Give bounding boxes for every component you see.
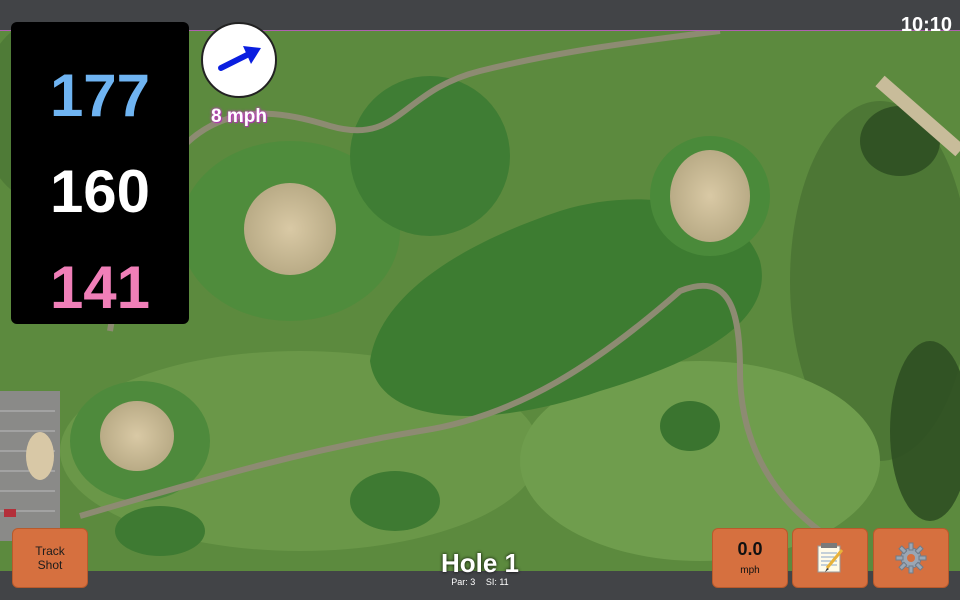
hole-par: Par: 3 xyxy=(451,577,476,587)
wind-arrow-icon xyxy=(218,46,261,71)
notes-button[interactable] xyxy=(792,528,868,588)
hole-stroke-index: SI: 11 xyxy=(485,577,509,587)
notepad-icon xyxy=(817,543,844,573)
distance-front: 141 xyxy=(49,254,151,321)
settings-button[interactable] xyxy=(873,528,949,588)
track-shot-button[interactable]: Track Shot xyxy=(12,528,88,588)
hole-title: Hole 1 xyxy=(440,548,520,578)
distance-middle: 160 xyxy=(49,158,151,225)
speed-unit: mph xyxy=(740,565,760,576)
hole-info: Par: 3 SI: 11 xyxy=(380,577,580,587)
wind-speed: 8 mph xyxy=(211,106,267,127)
clock: 10:10 xyxy=(900,14,952,36)
gear-icon xyxy=(895,542,927,574)
distance-panel: 177 160 141 xyxy=(11,22,189,324)
speed-button[interactable]: 0.0 mph xyxy=(712,528,788,588)
wind-indicator[interactable] xyxy=(201,22,277,98)
track-shot-label-line1: Track xyxy=(35,544,65,558)
track-shot-label-line2: Shot xyxy=(37,558,63,572)
speed-value: 0.0 xyxy=(737,539,763,559)
distance-back: 177 xyxy=(49,62,151,129)
